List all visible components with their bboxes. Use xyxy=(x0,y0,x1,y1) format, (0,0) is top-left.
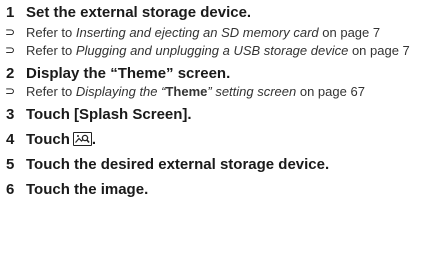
step-number: 1 xyxy=(6,4,15,21)
arrow-bullet-icon: ⊃ xyxy=(5,84,16,98)
step-number: 6 xyxy=(6,181,15,198)
picture-search-icon xyxy=(72,132,92,146)
step-number: 3 xyxy=(6,106,15,123)
reference-usb-device: ⊃ Refer to Plugging and unplugging a USB… xyxy=(4,43,444,58)
step-number: 5 xyxy=(6,156,15,173)
step-text: Display the “Theme” screen. xyxy=(26,65,231,82)
step-1: 1 Set the external storage device. xyxy=(4,4,444,22)
reference-text: Refer to Inserting and ejecting an SD me… xyxy=(26,25,381,40)
step-3: 3 Touch [Splash Screen]. xyxy=(4,106,444,124)
reference-text: Refer to Plugging and unplugging a USB s… xyxy=(26,43,410,58)
step-text: Touch. xyxy=(26,131,97,148)
arrow-bullet-icon: ⊃ xyxy=(5,43,16,57)
reference-theme-screen: ⊃ Refer to Displaying the “Theme” settin… xyxy=(4,84,444,99)
step-text: Set the external storage device. xyxy=(26,4,252,21)
step-6: 6 Touch the image. xyxy=(4,181,444,199)
step-2: 2 Display the “Theme” screen. xyxy=(4,65,444,83)
step-number: 4 xyxy=(6,131,15,148)
step-text: Touch [Splash Screen]. xyxy=(26,106,192,123)
step-text: Touch the desired external storage devic… xyxy=(26,156,330,173)
step-number: 2 xyxy=(6,65,15,82)
arrow-bullet-icon: ⊃ xyxy=(5,25,16,39)
step-4: 4 Touch. xyxy=(4,131,444,149)
instruction-page: 1 Set the external storage device. ⊃ Ref… xyxy=(4,4,444,199)
step-text: Touch the image. xyxy=(26,181,149,198)
step-5: 5 Touch the desired external storage dev… xyxy=(4,156,444,174)
reference-text: Refer to Displaying the “Theme” setting … xyxy=(26,84,365,99)
reference-sd-card: ⊃ Refer to Inserting and ejecting an SD … xyxy=(4,25,444,40)
